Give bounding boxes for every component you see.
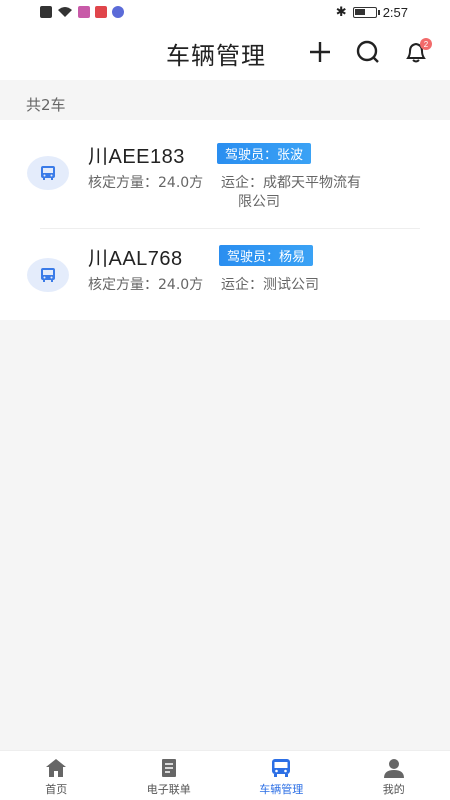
tab-label: 电子联单 [146,783,191,796]
app-header: 车辆管理 2 [0,26,450,80]
document-icon [161,759,176,777]
vehicle-card[interactable]: 川AAL768 驾驶员：杨易 核定方量：24.0方 运企：测试公司 [0,228,450,320]
notification-badge: 2 [420,38,432,50]
carrier-label: 运企： [220,175,263,191]
tab-label: 车辆管理 [259,783,304,796]
search-icon [356,40,379,63]
tab-label: 首页 [45,783,68,796]
status-icons-left [40,6,124,18]
capacity-value: 24.0方 [158,277,204,293]
mail-icon [95,6,107,18]
status-bar: ✱ 2:57 [0,0,450,26]
driver-tag: 驾驶员：张波 [217,143,312,164]
carrier-label: 运企： [220,277,263,293]
driver-label: 驾驶员： [227,250,280,265]
vehicle-avatar [27,156,69,190]
vehicle-card[interactable]: 川AEE183 驾驶员：张波 核定方量：24.0方 运企：成都天平物流有 限公司 [0,120,450,229]
bus-icon [41,166,55,180]
search-button[interactable] [354,38,382,66]
tab-label: 我的 [382,783,405,796]
vehicle-count: 共2车 [26,96,66,114]
alert-icon [40,6,52,18]
vehicle-list: 川AEE183 驾驶员：张波 核定方量：24.0方 运企：成都天平物流有 限公司… [0,120,450,320]
tab-home[interactable]: 首页 [0,751,113,800]
bus-icon [272,759,291,777]
status-time: 2:57 [382,4,408,20]
tab-mine[interactable]: 我的 [338,751,450,800]
plate-number: 川AEE183 [88,146,185,168]
carrier-value: 成都天平物流有 [262,175,361,191]
bluetooth-icon: ✱ [335,4,347,19]
driver-name: 张波 [277,148,304,163]
vehicle-meta: 核定方量：24.0方 运企：测试公司 [88,276,418,295]
bottom-tab-bar: 首页 电子联单 车辆管理 我的 [0,750,450,800]
capacity-label: 核定方量： [88,175,158,191]
driver-tag: 驾驶员：杨易 [219,245,314,266]
notification-button[interactable]: 2 [402,38,432,66]
home-icon [46,759,67,777]
user-icon [383,759,404,778]
capacity-label: 核定方量： [88,277,158,293]
tab-electronic-manifest[interactable]: 电子联单 [113,751,226,800]
plate-number: 川AAL768 [88,248,183,270]
add-vehicle-button[interactable] [306,38,334,66]
plus-icon [310,42,330,62]
carrier-value-cont: 限公司 [238,194,280,210]
bus-icon [41,268,55,282]
app-icon [78,6,90,18]
status-icons-right: ✱ 2:57 [336,4,408,20]
page-title: 车辆管理 [166,42,266,70]
browser-icon [112,6,124,18]
driver-name: 杨易 [279,250,306,265]
vehicle-meta: 核定方量：24.0方 运企：成都天平物流有 限公司 [88,174,418,212]
wifi-icon [58,7,72,17]
tab-vehicle-management[interactable]: 车辆管理 [225,751,338,800]
vehicle-avatar [27,258,69,292]
capacity-value: 24.0方 [158,175,204,191]
driver-label: 驾驶员： [225,148,278,163]
carrier-value: 测试公司 [262,277,319,293]
battery-icon [352,6,380,18]
